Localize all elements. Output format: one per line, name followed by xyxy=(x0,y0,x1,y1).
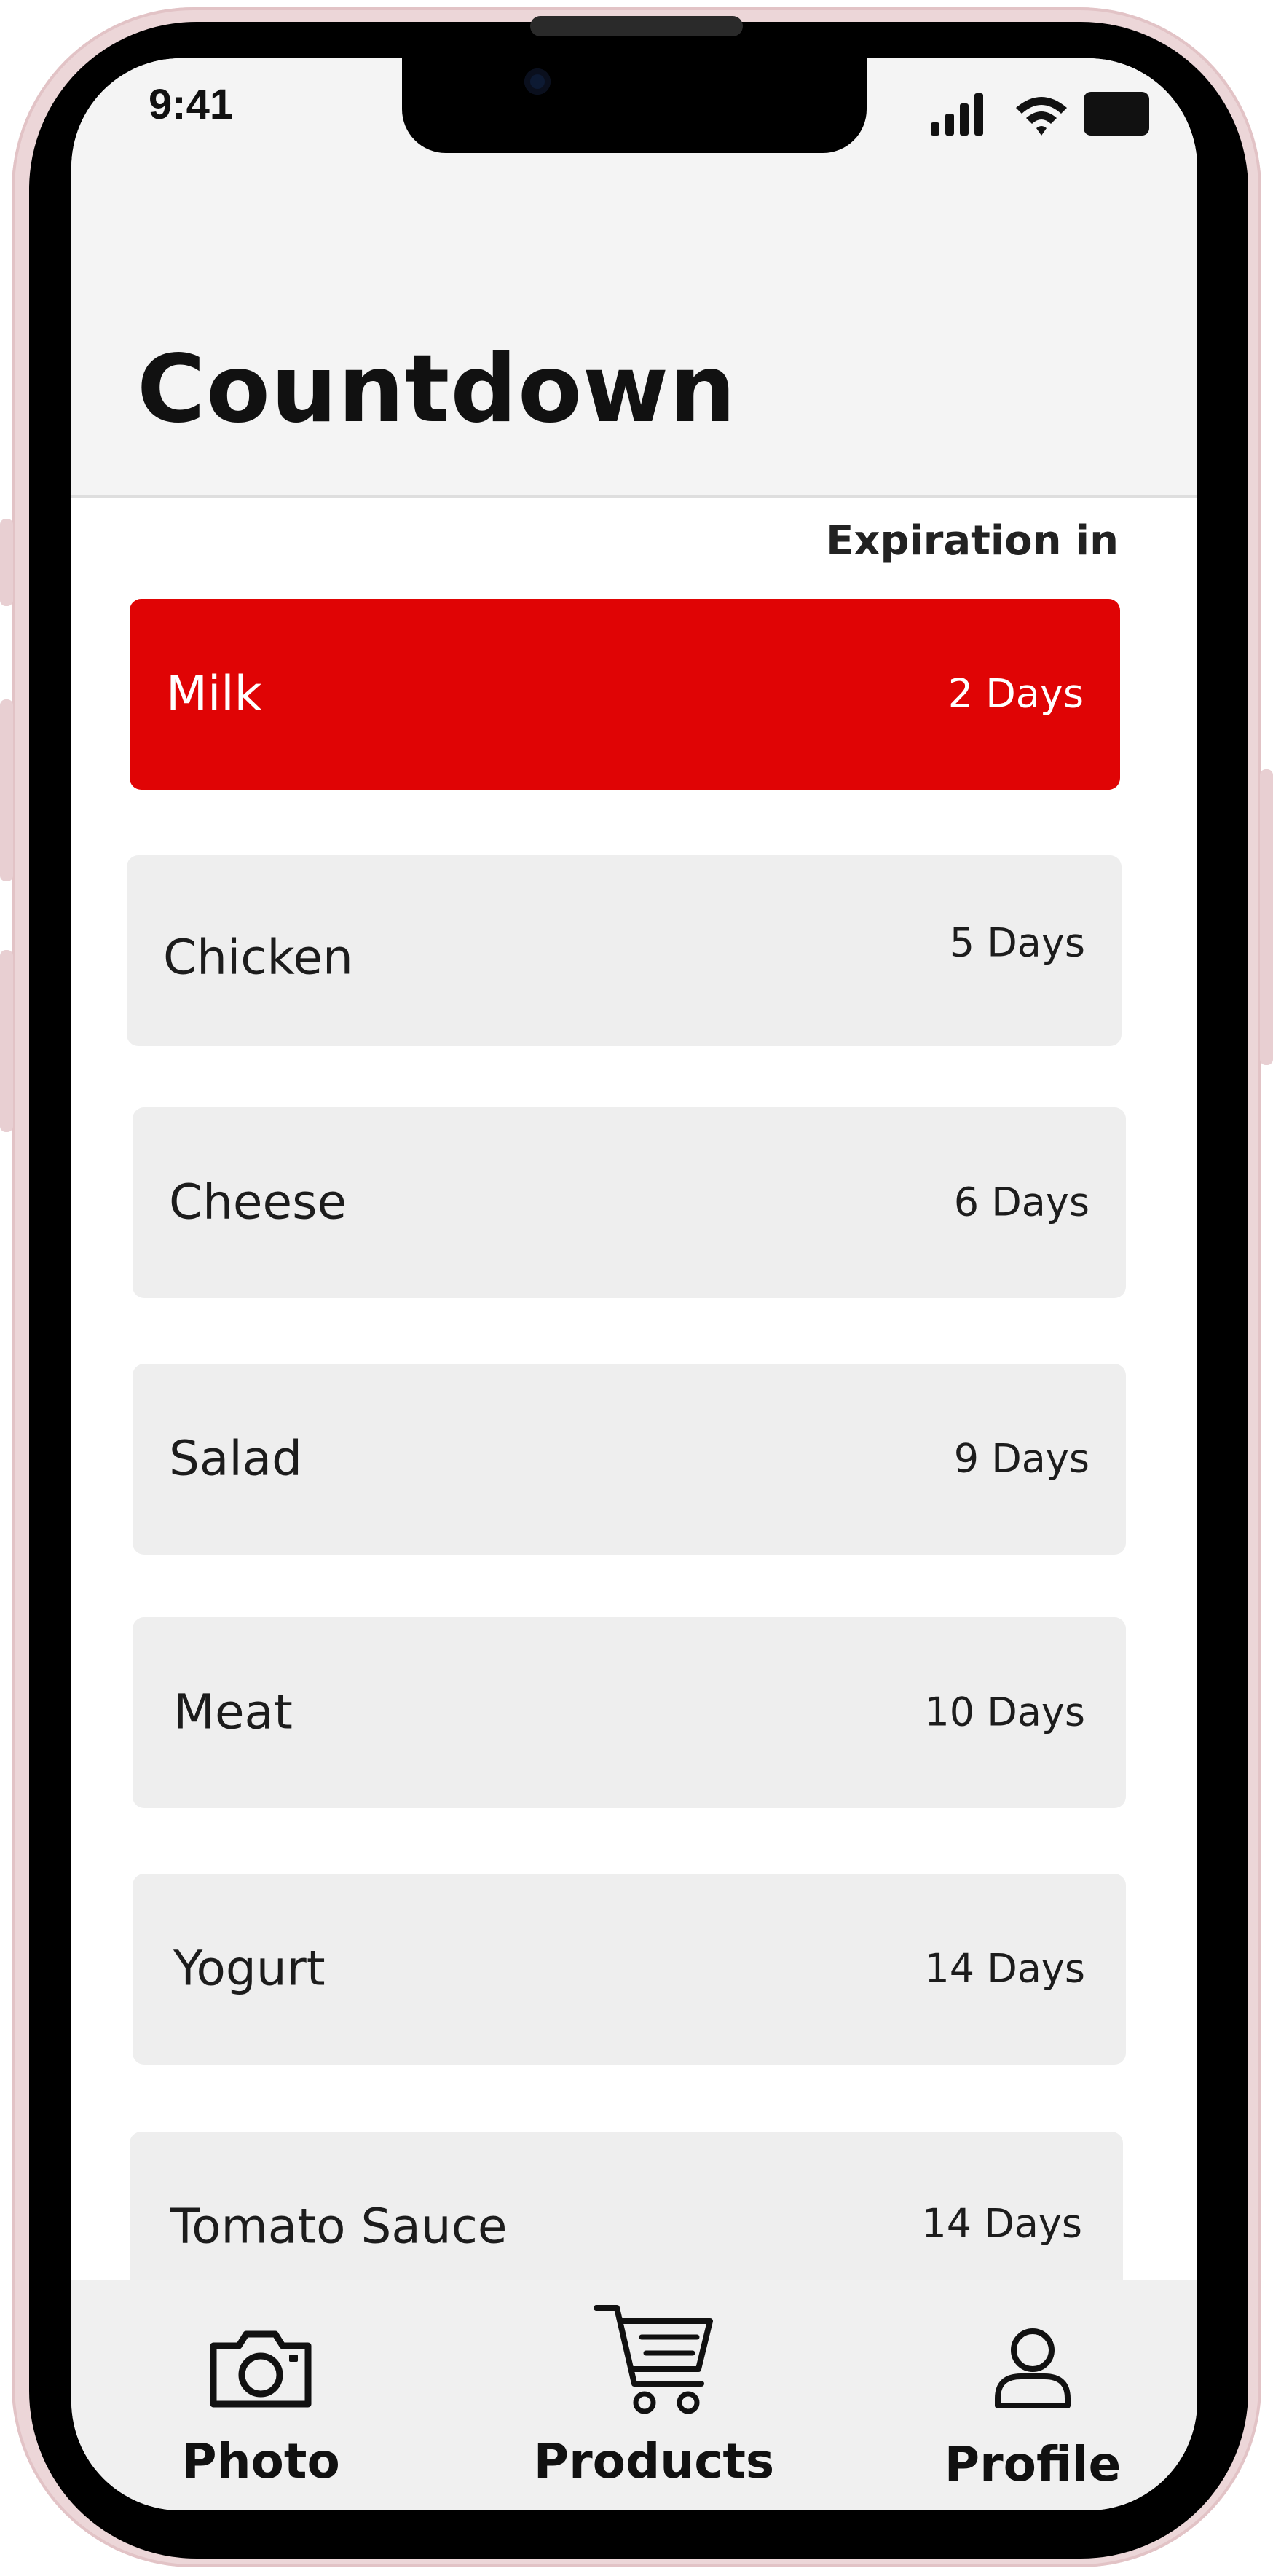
volume-down-button xyxy=(0,950,13,1132)
notch xyxy=(402,58,867,153)
list-item-chicken[interactable]: Chicken 5 Days xyxy=(127,855,1122,1046)
header: 9:41 Countdown xyxy=(71,58,1197,498)
speaker-grille xyxy=(530,16,743,36)
item-days: 9 Days xyxy=(953,1435,1089,1482)
item-name: Meat xyxy=(173,1684,293,1740)
mute-switch xyxy=(0,519,13,606)
shopping-cart-icon xyxy=(594,2305,713,2414)
volume-up-button xyxy=(0,699,13,881)
item-name: Tomato Sauce xyxy=(170,2198,508,2255)
camera-icon xyxy=(210,2330,312,2408)
list-item-salad[interactable]: Salad 9 Days xyxy=(133,1364,1126,1555)
item-name: Salad xyxy=(169,1430,303,1487)
item-days: 5 Days xyxy=(949,919,1085,966)
tab-label: Products xyxy=(533,2433,775,2489)
item-days: 14 Days xyxy=(921,2200,1082,2247)
tab-profile[interactable]: Profile xyxy=(916,2280,1149,2510)
tab-label: Photo xyxy=(181,2433,340,2489)
tab-bar: Photo Products Profile xyxy=(71,2280,1197,2510)
item-days: 2 Days xyxy=(947,670,1084,717)
list-item-yogurt[interactable]: Yogurt 14 Days xyxy=(133,1874,1126,2065)
screen: 9:41 Countdown Expiration in Milk 2 Days… xyxy=(71,58,1197,2510)
wifi-icon xyxy=(1016,97,1067,136)
list-item-meat[interactable]: Meat 10 Days xyxy=(133,1617,1126,1808)
item-name: Milk xyxy=(166,665,262,722)
stage: 9:41 Countdown Expiration in Milk 2 Days… xyxy=(0,0,1273,2576)
item-days: 6 Days xyxy=(953,1179,1089,1225)
item-days: 10 Days xyxy=(924,1689,1085,1735)
status-icons xyxy=(931,92,1149,136)
item-days: 14 Days xyxy=(924,1945,1085,1992)
tab-photo[interactable]: Photo xyxy=(144,2280,377,2510)
cellular-signal-icon xyxy=(931,93,983,136)
expiration-column-label: Expiration in xyxy=(826,517,1119,565)
item-name: Yogurt xyxy=(173,1940,326,1997)
item-name: Chicken xyxy=(163,929,353,986)
page-title: Countdown xyxy=(137,335,737,444)
tab-products[interactable]: Products xyxy=(508,2280,800,2510)
list-item-cheese[interactable]: Cheese 6 Days xyxy=(133,1107,1126,1298)
item-name: Cheese xyxy=(169,1174,347,1230)
status-time: 9:41 xyxy=(149,81,234,128)
power-button xyxy=(1260,769,1273,1065)
list-item-milk[interactable]: Milk 2 Days xyxy=(130,599,1120,790)
front-camera xyxy=(524,68,551,95)
person-icon xyxy=(995,2328,1071,2408)
tab-label: Profile xyxy=(944,2436,1122,2492)
battery-icon xyxy=(1084,92,1149,136)
